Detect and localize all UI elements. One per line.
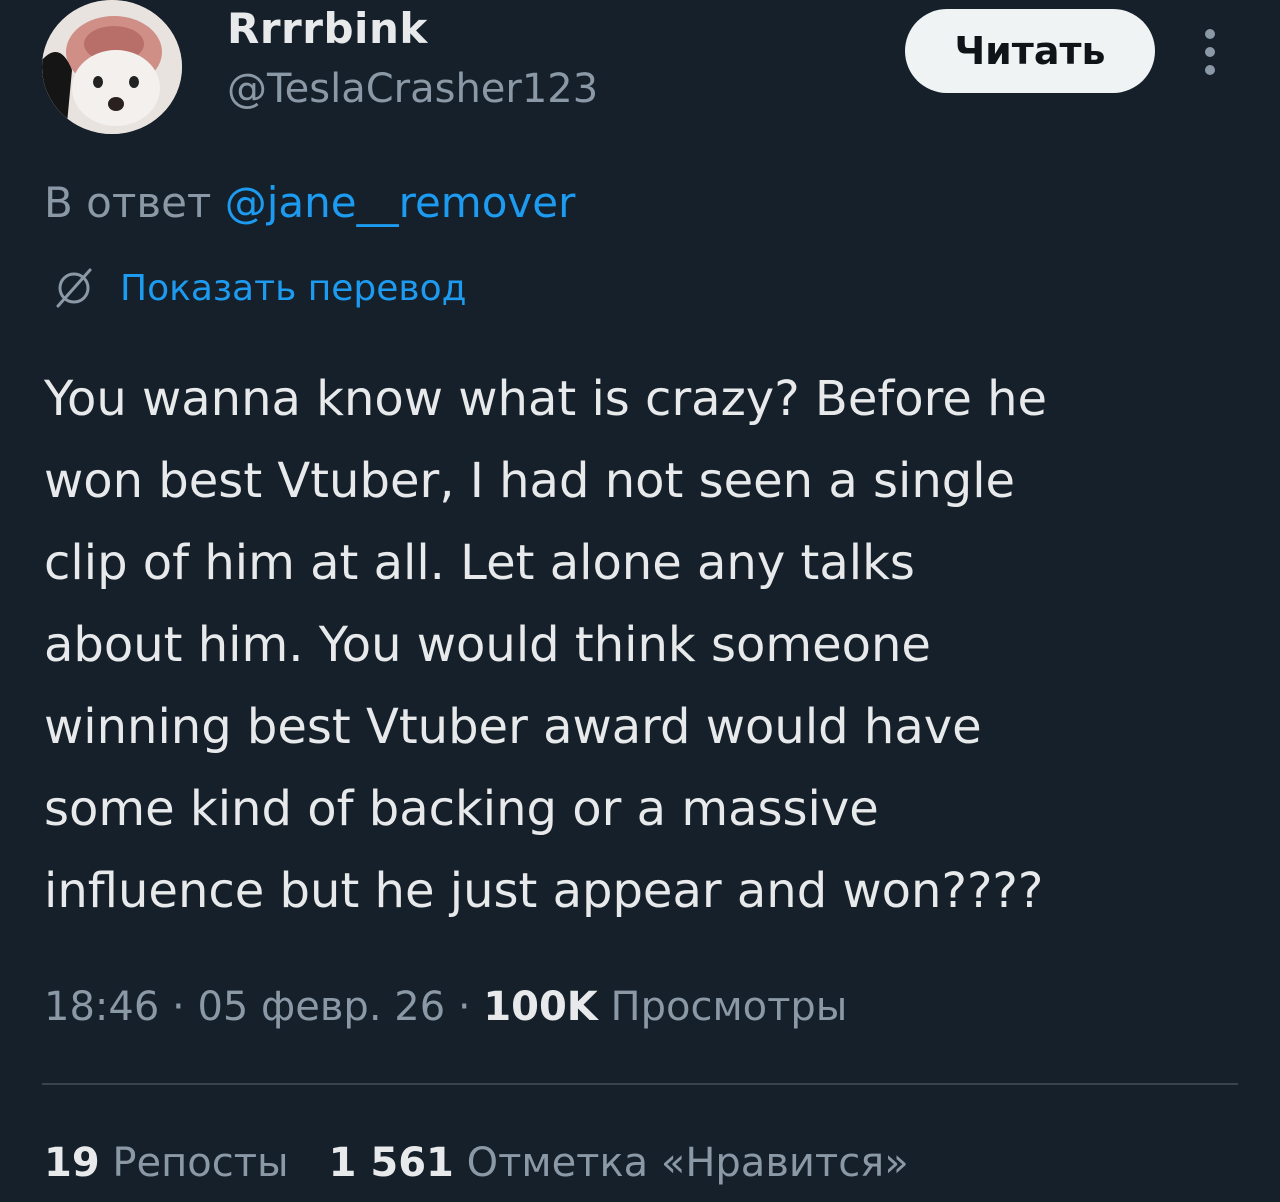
avatar-image: [42, 0, 182, 134]
likes-stat[interactable]: 1 561 Отметка «Нравится»: [329, 1140, 909, 1186]
more-vertical-icon[interactable]: [1196, 28, 1224, 76]
likes-label: Отметка «Нравится»: [466, 1140, 909, 1186]
reply-mention-link[interactable]: @jane__remover: [225, 178, 576, 227]
author-handle[interactable]: @TeslaCrasher123: [227, 66, 598, 112]
views-label: Просмотры: [610, 984, 848, 1030]
meta-separator: ·: [445, 984, 484, 1030]
likes-count: 1 561: [328, 1140, 454, 1186]
engagement-stats: 19 Репосты 1 561 Отметка «Нравится»: [44, 1140, 909, 1186]
tweet-meta: 18:46 · 05 февр. 26 · 100K Просмотры: [44, 984, 847, 1030]
show-translation-link[interactable]: Показать перевод: [52, 266, 467, 310]
avatar[interactable]: [42, 0, 182, 134]
tweet-text: You wanna know what is crazy? Before he …: [44, 371, 1048, 919]
translate-globe-icon: [52, 266, 96, 310]
views-count: 100K: [483, 984, 598, 1030]
divider: [42, 1083, 1238, 1085]
show-translation-label: Показать перевод: [120, 267, 467, 309]
meta-separator: ·: [159, 984, 198, 1030]
reposts-label: Репосты: [112, 1140, 289, 1186]
follow-button[interactable]: Читать: [905, 9, 1155, 93]
author-display-name[interactable]: Rrrrbink: [227, 4, 428, 53]
reposts-stat[interactable]: 19 Репосты: [44, 1140, 289, 1186]
tweet-date[interactable]: 05 февр. 26: [197, 984, 445, 1030]
reply-prefix: В ответ: [44, 178, 225, 227]
reposts-count: 19: [44, 1140, 100, 1186]
tweet-time[interactable]: 18:46: [44, 984, 159, 1030]
reply-context: В ответ @jane__remover: [44, 178, 575, 227]
